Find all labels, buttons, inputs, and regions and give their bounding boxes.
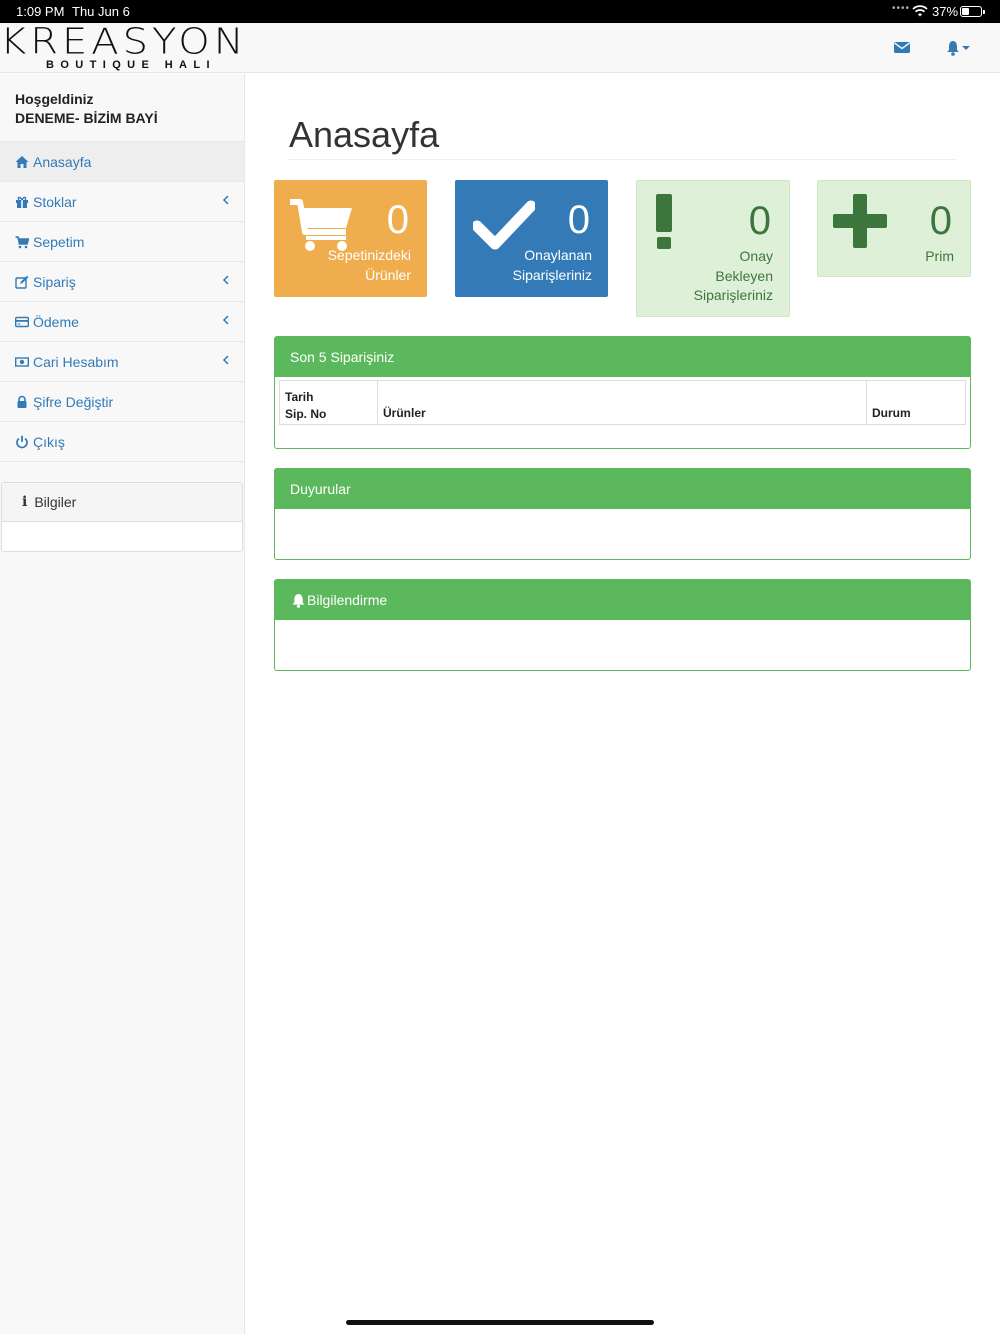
money-icon <box>15 356 29 367</box>
info-icon: i <box>22 494 28 510</box>
announcements-panel: Duyurular <box>274 468 971 560</box>
gift-icon <box>16 196 28 208</box>
column-header-order-no: Sip. No <box>285 407 327 421</box>
tile-label: Prim <box>925 247 954 267</box>
welcome-box: Hoşgeldiniz DENEME- BİZİM BAYİ <box>0 74 244 142</box>
main-content: Anasayfa 0 Sepetinizdeki Ürünler 0 Onayl… <box>245 74 1000 1334</box>
orders-table: Tarih Sip. No Ürünler Durum <box>279 380 966 425</box>
notification-panel: Bilgilendirme <box>274 579 971 671</box>
cart-icon <box>15 235 29 248</box>
tile-label-line: Prim <box>925 248 954 264</box>
exclamation-icon <box>656 194 672 249</box>
status-bar: 1:09 PM Thu Jun 6 •••• 37% <box>0 0 1000 23</box>
sidebar-item-label: Ödeme <box>33 313 79 330</box>
info-panel-header: i Bilgiler <box>2 483 242 522</box>
battery-icon <box>960 6 985 17</box>
home-icon <box>15 155 29 168</box>
chevron-left-icon <box>222 275 229 285</box>
info-panel-body <box>2 522 242 551</box>
sidebar-item-label: Sipariş <box>33 273 76 290</box>
title-divider <box>289 159 956 160</box>
chevron-left-icon <box>222 315 229 325</box>
multitask-dots-icon: •••• <box>892 3 911 14</box>
notification-header: Bilgilendirme <box>275 580 970 620</box>
dealer-name: DENEME- BİZİM BAYİ <box>15 110 158 126</box>
tile-bonus[interactable]: 0 Prim <box>817 180 971 277</box>
tile-label-line: Ürünler <box>365 266 411 283</box>
sidebar-item-label: Sepetim <box>33 233 85 250</box>
sidebar-item-sepetim[interactable]: Sepetim <box>0 222 244 262</box>
recent-orders-panel: Son 5 Siparişiniz Tarih Sip. No Ürünler … <box>274 336 971 449</box>
sidebar-item-anasayfa[interactable]: Anasayfa <box>0 142 244 182</box>
tile-value: 0 <box>748 199 771 243</box>
credit-card-icon <box>15 316 29 327</box>
column-header-status[interactable]: Durum <box>867 381 965 424</box>
bell-dropdown-icon[interactable] <box>946 39 972 57</box>
sidebar-item-label: Cari Hesabım <box>33 353 119 370</box>
chevron-left-icon <box>222 355 229 365</box>
sidebar-item-odeme[interactable]: Ödeme <box>0 302 244 342</box>
info-panel: i Bilgiler <box>1 482 243 552</box>
status-date: Thu Jun 6 <box>72 4 130 19</box>
tile-approved-orders[interactable]: 0 Onaylanan Siparişleriniz <box>455 180 608 297</box>
home-indicator[interactable] <box>346 1320 654 1325</box>
bell-icon <box>292 593 305 608</box>
lock-icon <box>17 395 27 408</box>
sidebar: Hoşgeldiniz DENEME- BİZİM BAYİ Anasayfa … <box>0 74 245 1334</box>
tile-value: 0 <box>929 199 952 243</box>
sidebar-item-label: Stoklar <box>33 193 77 210</box>
power-icon <box>16 435 28 448</box>
tile-cart-items[interactable]: 0 Sepetinizdeki Ürünler <box>274 180 427 297</box>
welcome-greeting: Hoşgeldiniz <box>15 91 94 107</box>
tile-label-line: Onay <box>739 248 773 264</box>
page-title: Anasayfa <box>289 114 440 155</box>
tile-value: 0 <box>386 198 409 242</box>
tile-label-line: Siparişleriniz <box>512 266 592 283</box>
top-navbar: KREASYON BOUTIQUE HALI <box>0 21 1000 73</box>
sidebar-item-label: Şifre Değiştir <box>33 393 114 410</box>
notification-title: Bilgilendirme <box>307 592 388 608</box>
checkmark-icon <box>473 200 535 250</box>
battery-percent: 37% <box>932 4 959 19</box>
sidebar-item-cikis[interactable]: Çıkış <box>0 422 244 462</box>
sidebar-item-siparis[interactable]: Sipariş <box>0 262 244 302</box>
info-panel-title: Bilgiler <box>34 494 77 510</box>
tile-label: Sepetinizdeki Ürünler <box>328 246 411 285</box>
sidebar-item-stoklar[interactable]: Stoklar <box>0 182 244 222</box>
tile-label-line: Onaylanan <box>524 247 592 263</box>
envelope-icon[interactable] <box>894 41 910 54</box>
tile-label-line: Sepetinizdeki <box>327 247 411 263</box>
tile-pending-orders[interactable]: 0 Onay Bekleyen Siparişleriniz <box>636 180 790 317</box>
recent-orders-title: Son 5 Siparişiniz <box>275 337 970 377</box>
brand-name: KREASYON <box>0 21 248 63</box>
edit-icon <box>15 275 29 289</box>
brand-logo[interactable]: KREASYON BOUTIQUE HALI <box>0 21 248 73</box>
chevron-left-icon <box>222 195 229 205</box>
column-header-products[interactable]: Ürünler <box>378 381 867 424</box>
brand-tagline: BOUTIQUE HALI <box>46 59 216 71</box>
tile-label: Onay Bekleyen Siparişleriniz <box>694 247 773 306</box>
tile-label: Onaylanan Siparişleriniz <box>513 246 592 285</box>
status-time: 1:09 PM <box>16 4 65 19</box>
table-header-date-orderno[interactable]: Tarih Sip. No <box>280 381 378 424</box>
announcements-title: Duyurular <box>275 469 970 509</box>
column-header-date: Tarih <box>285 390 314 404</box>
wifi-icon <box>912 5 928 17</box>
plus-icon <box>833 194 887 248</box>
sidebar-item-sifre-degistir[interactable]: Şifre Değiştir <box>0 382 244 422</box>
sidebar-item-label: Çıkış <box>33 433 65 450</box>
tile-label-line: Siparişleriniz <box>693 287 773 303</box>
tile-value: 0 <box>567 198 590 242</box>
sidebar-item-cari-hesabim[interactable]: Cari Hesabım <box>0 342 244 382</box>
tile-label-line: Bekleyen <box>715 267 773 284</box>
sidebar-item-label: Anasayfa <box>33 153 92 170</box>
